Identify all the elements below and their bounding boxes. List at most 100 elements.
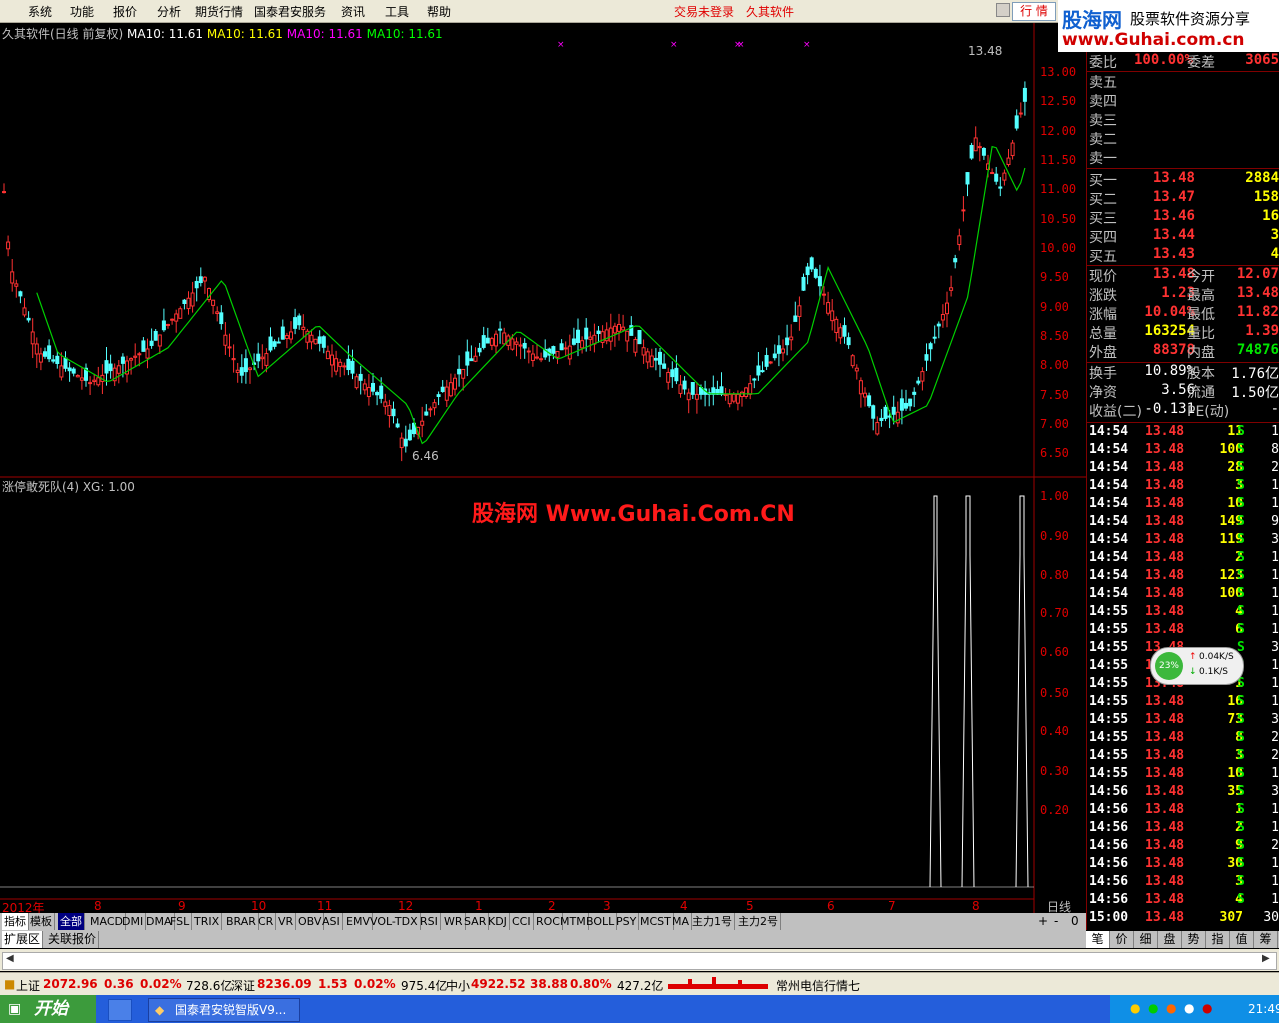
tick-price: 13.48 <box>1145 784 1185 799</box>
tray-icon[interactable]: ● <box>1184 1001 1194 1015</box>
network-percent: 23% <box>1155 652 1183 680</box>
rtab-2[interactable]: 细 <box>1134 931 1158 948</box>
menu-tools[interactable]: 工具 <box>385 3 409 20</box>
tab-indicator-vr[interactable]: VR <box>276 913 297 930</box>
horizontal-scrollbar[interactable]: ◀ ▶ <box>0 949 1279 971</box>
tick-time: 14:56 <box>1089 802 1129 817</box>
trade-login-status[interactable]: 交易未登录 <box>674 3 734 20</box>
buy-level-price: 13.44 <box>1152 227 1195 243</box>
tab-indicator-mcst[interactable]: MCST <box>638 913 674 930</box>
rtab-4[interactable]: 势 <box>1182 931 1206 948</box>
sell-level-row[interactable]: 卖二 <box>1089 129 1279 148</box>
tab-indicator-trix[interactable]: TRIX <box>192 913 223 930</box>
tick-price: 13.48 <box>1145 892 1185 907</box>
menu-futures[interactable]: 期货行情 <box>195 3 243 20</box>
tick-row: 14:55 13.48 16 S 1 <box>1089 694 1279 712</box>
buy-level-row[interactable]: 买三 13.46 16 <box>1089 208 1279 227</box>
tick-count: 1 <box>1271 658 1279 673</box>
tab-indicator-psy[interactable]: PSY <box>614 913 640 930</box>
rtab-6[interactable]: 值 <box>1230 931 1254 948</box>
tick-price: 13.48 <box>1145 424 1185 439</box>
start-button[interactable]: ▣ 开始 <box>0 995 96 1023</box>
stat-label: 总量 <box>1089 326 1117 342</box>
menu-info[interactable]: 资讯 <box>341 3 365 20</box>
tick-count: 2 <box>1271 730 1279 745</box>
buy-level-row[interactable]: 买二 13.47 158 <box>1089 189 1279 208</box>
clock[interactable]: 21:49 <box>1248 1002 1279 1016</box>
rtab-1[interactable]: 价 <box>1110 931 1134 948</box>
tick-row: 14:56 13.48 3 S 1 <box>1089 874 1279 892</box>
tick-side: S <box>1237 766 1245 781</box>
tab-indicator-brar[interactable]: BRAR <box>224 913 259 930</box>
tick-time: 14:55 <box>1089 730 1129 745</box>
tick-row: 14:56 13.48 1 S 1 <box>1089 802 1279 820</box>
server-name[interactable]: 常州电信行情七 <box>776 977 860 994</box>
tab-indicator-全部[interactable]: 全部 <box>58 913 85 930</box>
tick-price: 13.48 <box>1145 802 1185 817</box>
sz-percent: 0.02% <box>354 977 396 991</box>
zoom-reset-button[interactable]: 0 <box>1071 914 1079 928</box>
chart-area[interactable]: × × × × × 久其软件(日线 前复权) MA10: 11.61 MA10: 11.… <box>0 23 1086 915</box>
stat-value: 74876 <box>1236 342 1279 358</box>
scroll-left-icon[interactable]: ◀ <box>6 953 14 964</box>
chart-canvas[interactable]: × × ×× × <box>0 23 1086 913</box>
tab-indicator-vol-tdx[interactable]: VOL-TDX <box>368 913 421 930</box>
tab-indicator-boll[interactable]: BOLL <box>584 913 618 930</box>
menu-system[interactable]: 系统 <box>28 3 52 20</box>
tray-icon[interactable]: ● <box>1130 1001 1140 1015</box>
tray-icon[interactable]: ● <box>1166 1001 1176 1015</box>
svg-text:×: × <box>557 40 565 50</box>
y-tick: 6.50 <box>1040 446 1069 460</box>
network-speed-widget[interactable]: 23% ↑ 0.04K/S ↓ 0.1K/S <box>1150 647 1244 685</box>
tab-indicator-rsi[interactable]: RSI <box>418 913 441 930</box>
tab-indicator-指标[interactable]: 指标 <box>2 913 29 930</box>
sz-label[interactable]: 深证 <box>231 977 255 994</box>
zoom-in-button[interactable]: + <box>1038 914 1048 928</box>
tick-time: 14:55 <box>1089 604 1129 619</box>
minimize-icon[interactable] <box>996 3 1010 17</box>
x-tick: 7 <box>888 899 896 913</box>
sell-level-row[interactable]: 卖三 <box>1089 110 1279 129</box>
sell-level-row[interactable]: 卖四 <box>1089 91 1279 110</box>
stat-value: 88378 <box>1152 342 1195 358</box>
tab-indicator-cr[interactable]: CR <box>256 913 277 930</box>
tab-indicator-asi[interactable]: ASI <box>320 913 343 930</box>
zoom-out-button[interactable]: - <box>1054 914 1058 928</box>
tab-extension[interactable]: 扩展区 <box>2 931 44 948</box>
tab-indicator-ma[interactable]: MA <box>670 913 693 930</box>
tab-related-quotes[interactable]: 关联报价 <box>46 931 100 948</box>
scroll-right-icon[interactable]: ▶ <box>1262 953 1270 964</box>
menu-quote[interactable]: 报价 <box>113 3 137 20</box>
rtab-5[interactable]: 指 <box>1206 931 1230 948</box>
tab-indicator-模板[interactable]: 模板 <box>28 913 55 930</box>
quicklaunch-icon[interactable] <box>108 999 132 1021</box>
menu-help[interactable]: 帮助 <box>427 3 451 20</box>
menu-function[interactable]: 功能 <box>70 3 94 20</box>
tray-icon[interactable]: ● <box>1202 1001 1212 1015</box>
sh-label[interactable]: 上证 <box>16 977 40 994</box>
tick-price: 13.48 <box>1145 532 1185 547</box>
tab-indicator-kdj[interactable]: KDJ <box>486 913 510 930</box>
rtab-7[interactable]: 筹 <box>1254 931 1278 948</box>
scroll-track[interactable] <box>2 952 1277 970</box>
tab-indicator-主力2号[interactable]: 主力2号 <box>736 913 781 930</box>
tab-indicator-dmi[interactable]: DMI <box>120 913 147 930</box>
tab-indicator-fsl[interactable]: FSL <box>168 913 193 930</box>
sell-level-row[interactable]: 卖一 <box>1089 148 1279 167</box>
tab-indicator-主力1号[interactable]: 主力1号 <box>690 913 735 930</box>
zx-label[interactable]: 中小 <box>446 977 470 994</box>
stat-label: 最高 <box>1187 288 1215 304</box>
menu-analysis[interactable]: 分析 <box>157 3 181 20</box>
menu-gtja-service[interactable]: 国泰君安服务 <box>254 3 326 20</box>
rtab-3[interactable]: 盘 <box>1158 931 1182 948</box>
sell-level-row[interactable]: 卖五 <box>1089 72 1279 91</box>
buy-level-row[interactable]: 买五 13.43 4 <box>1089 246 1279 265</box>
tab-indicator-cci[interactable]: CCI <box>510 913 534 930</box>
taskbar-app-button[interactable]: ◆ 国泰君安锐智版V9... <box>148 998 300 1022</box>
buy-level-row[interactable]: 买四 13.44 3 <box>1089 227 1279 246</box>
tick-row: 14:56 13.48 4 S 1 <box>1089 892 1279 910</box>
tray-icon[interactable]: ● <box>1148 1001 1158 1015</box>
buy-level-row[interactable]: 买一 13.48 2884 <box>1089 170 1279 189</box>
rtab-0[interactable]: 笔 <box>1086 931 1110 948</box>
market-tab[interactable]: 行 情 <box>1012 2 1056 21</box>
